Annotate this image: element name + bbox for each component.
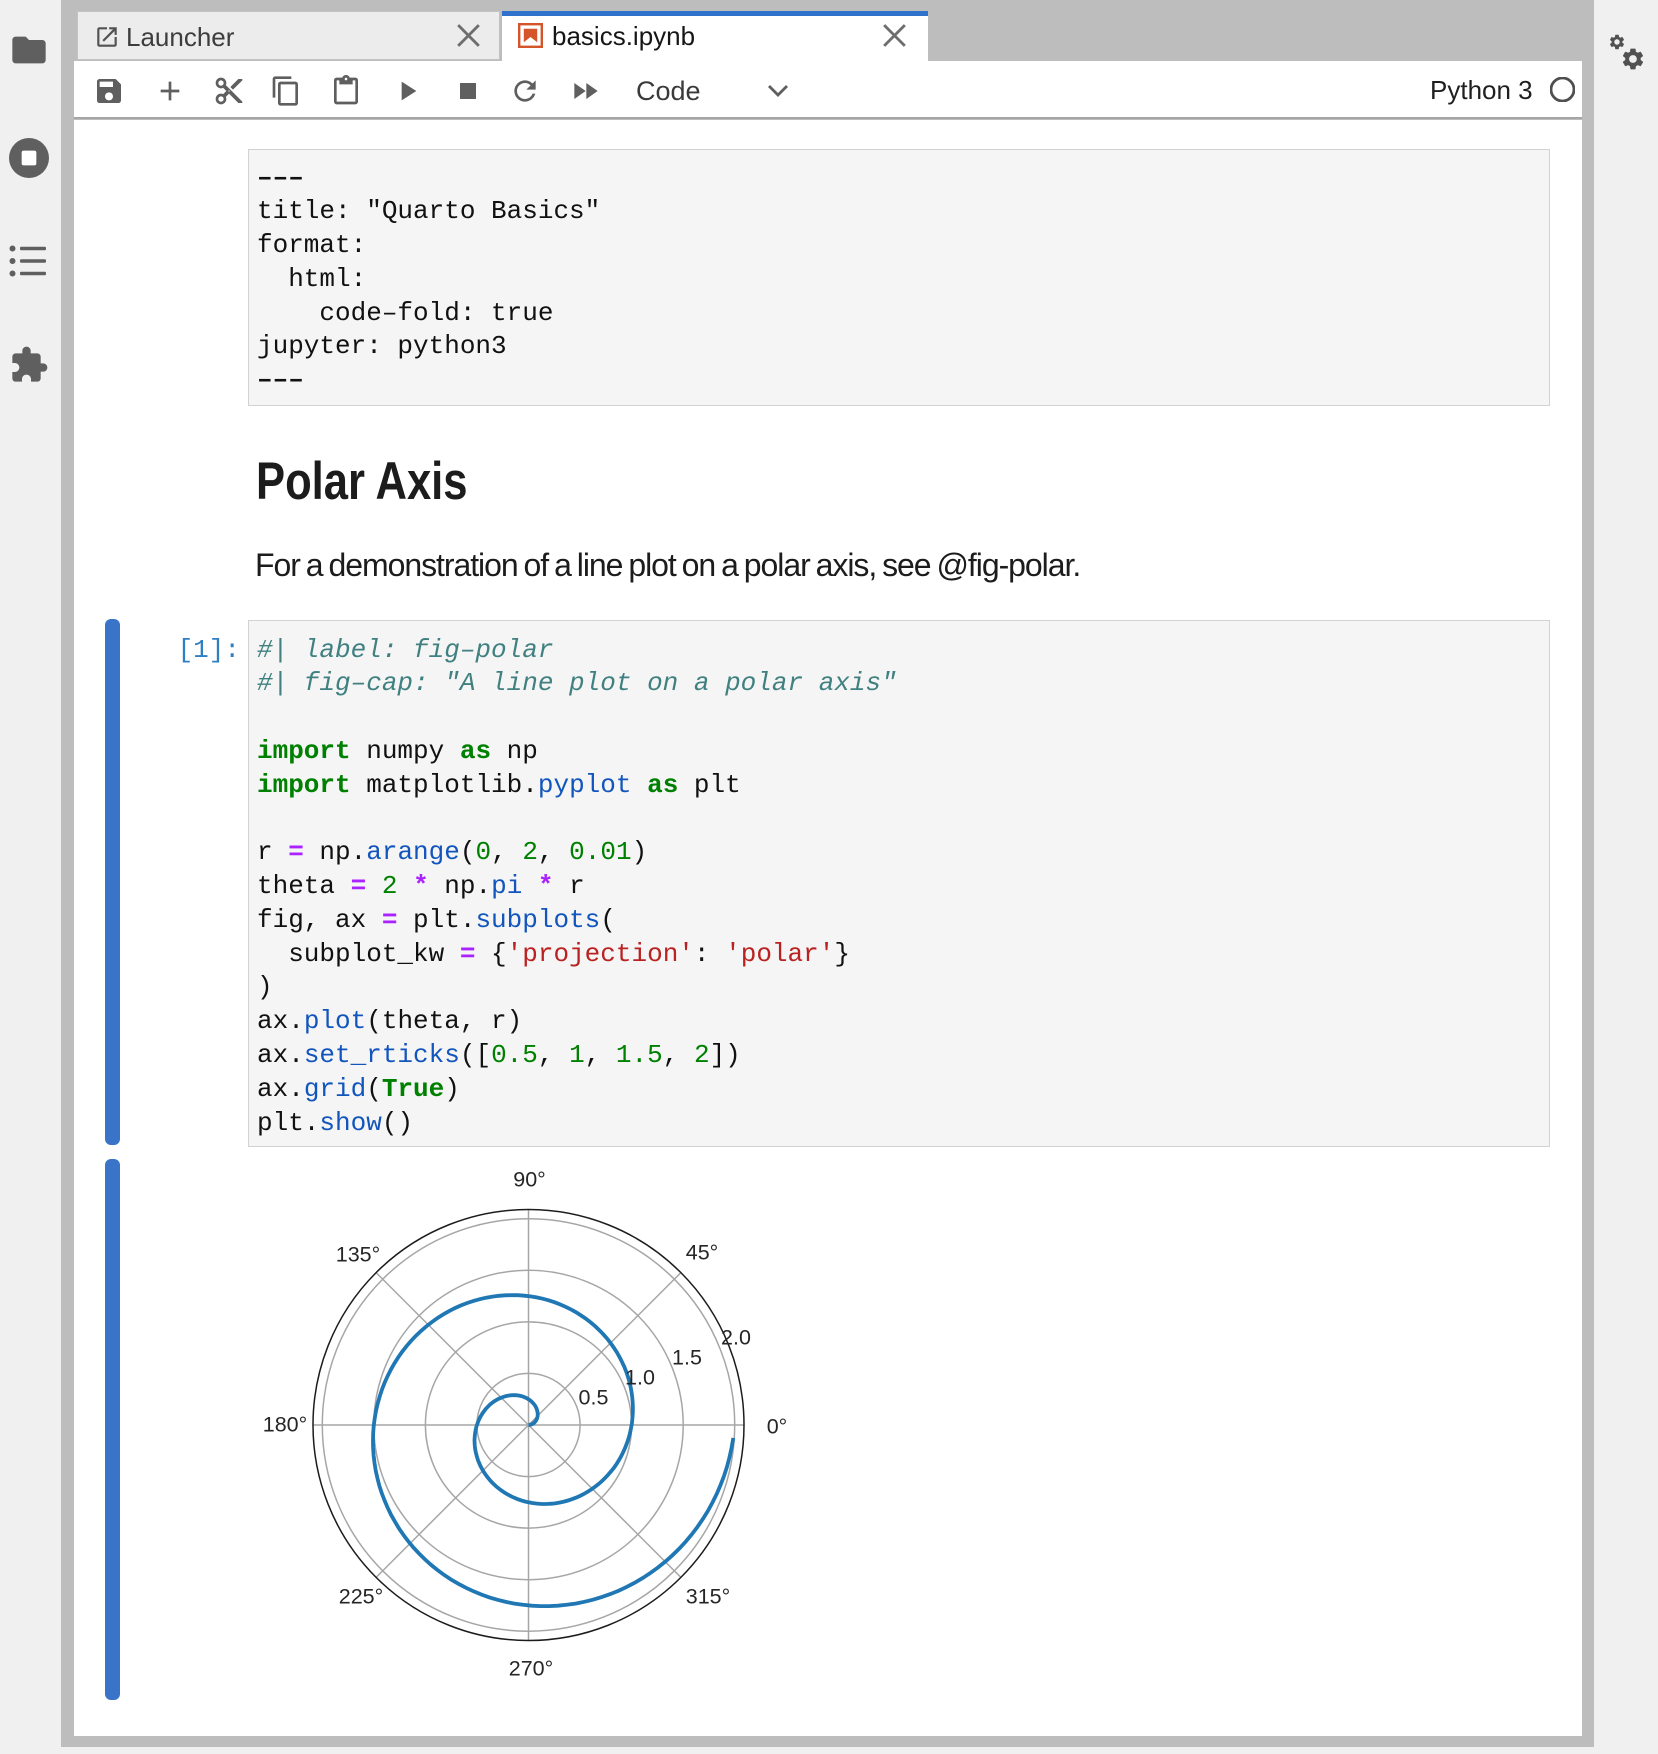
svg-text:315°: 315° [686,1585,730,1609]
svg-text:135°: 135° [336,1243,380,1267]
svg-text:1.5: 1.5 [672,1346,702,1370]
svg-text:90°: 90° [513,1168,546,1192]
svg-text:180°: 180° [263,1413,307,1437]
svg-text:0°: 0° [767,1415,788,1439]
svg-text:270°: 270° [509,1657,553,1681]
svg-text:1.0: 1.0 [625,1366,655,1390]
svg-text:2.0: 2.0 [721,1326,751,1350]
svg-text:0.5: 0.5 [579,1386,609,1410]
svg-text:225°: 225° [339,1585,383,1609]
svg-text:45°: 45° [686,1241,719,1265]
